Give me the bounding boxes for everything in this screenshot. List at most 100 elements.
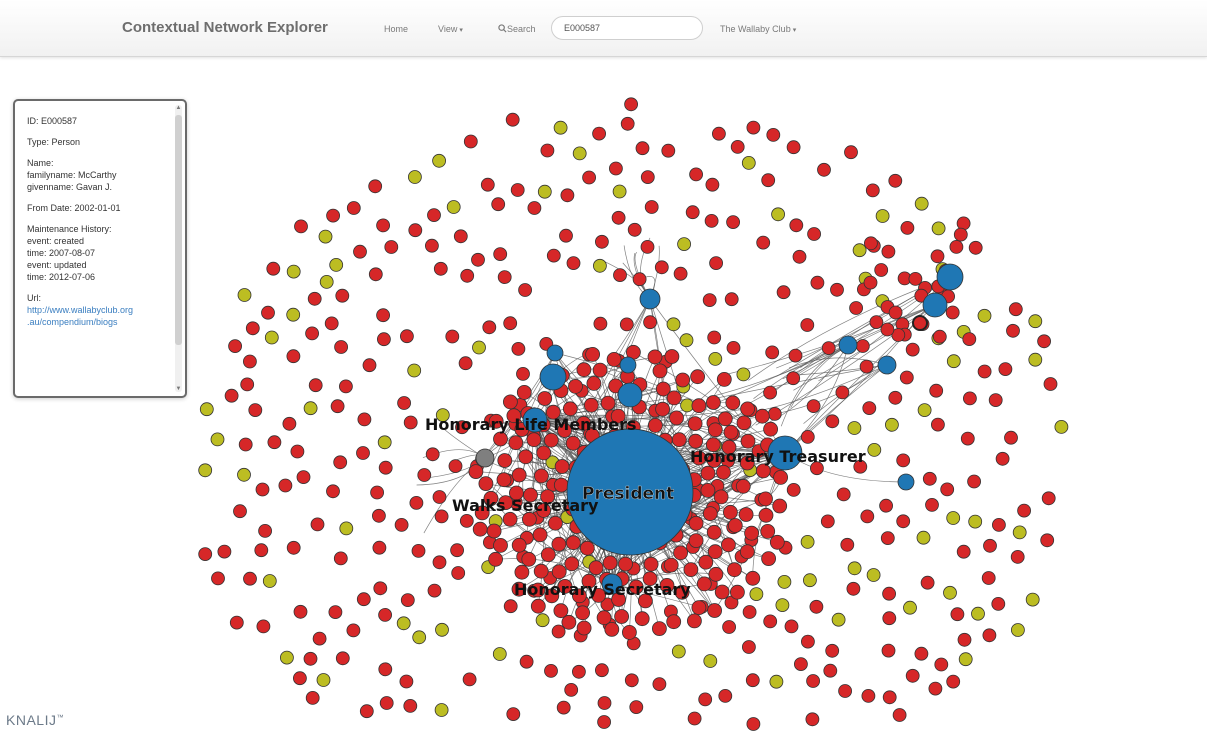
person-node[interactable] (706, 524, 722, 540)
person-node[interactable] (920, 575, 935, 590)
entity-node[interactable] (777, 575, 792, 589)
entity-node[interactable] (339, 521, 354, 536)
person-node[interactable] (643, 556, 659, 572)
entity-node[interactable] (914, 196, 929, 211)
person-node[interactable] (874, 263, 889, 277)
person-node[interactable] (928, 681, 943, 696)
person-node[interactable] (967, 474, 981, 489)
person-node[interactable] (805, 712, 820, 727)
person-node[interactable] (700, 465, 716, 481)
person-node[interactable] (488, 551, 504, 567)
person-node[interactable] (708, 566, 724, 582)
person-node[interactable] (556, 700, 571, 715)
person-node[interactable] (786, 482, 801, 497)
person-node[interactable] (691, 600, 707, 615)
entity-node[interactable] (847, 561, 862, 576)
scroll-up-icon[interactable]: ▲ (175, 105, 182, 111)
person-node[interactable] (468, 464, 484, 480)
person-node[interactable] (579, 540, 595, 556)
entity-node[interactable] (931, 221, 946, 236)
person-node[interactable] (290, 444, 305, 459)
person-node[interactable] (998, 362, 1013, 377)
person-node[interactable] (536, 445, 552, 461)
person-node[interactable] (861, 689, 876, 703)
person-node[interactable] (908, 271, 923, 286)
person-node[interactable] (530, 598, 546, 614)
info-panel-scrollbar[interactable]: ▲ ▼ (175, 105, 182, 392)
person-node[interactable] (448, 459, 463, 474)
person-node[interactable] (458, 356, 473, 371)
entity-node[interactable] (946, 354, 961, 369)
app-title[interactable]: Contextual Network Explorer (122, 19, 328, 36)
person-node[interactable] (977, 364, 992, 379)
person-node[interactable] (551, 536, 567, 552)
entity-node[interactable] (535, 613, 550, 628)
person-node[interactable] (763, 385, 777, 400)
entity-node[interactable] (946, 511, 961, 525)
entity-node[interactable] (612, 184, 627, 199)
entity-node[interactable] (771, 207, 785, 222)
person-node[interactable] (588, 560, 604, 576)
entity-node[interactable] (708, 351, 723, 366)
role-node[interactable] (619, 356, 637, 374)
person-node[interactable] (592, 126, 606, 141)
person-node[interactable] (788, 348, 803, 363)
person-node[interactable] (671, 432, 687, 448)
person-node[interactable] (934, 657, 949, 672)
person-node[interactable] (738, 507, 754, 522)
role-node[interactable] (897, 473, 915, 491)
person-node[interactable] (326, 484, 340, 499)
person-node[interactable] (583, 397, 599, 413)
person-node[interactable] (696, 576, 712, 592)
person-node[interactable] (765, 345, 780, 360)
entity-node[interactable] (852, 243, 867, 258)
person-node[interactable] (286, 540, 301, 555)
person-node[interactable] (286, 349, 301, 364)
person-node[interactable] (450, 543, 465, 558)
person-node[interactable] (1037, 334, 1051, 349)
person-node[interactable] (669, 410, 684, 426)
person-node[interactable] (700, 482, 716, 498)
person-node[interactable] (526, 432, 542, 448)
person-node[interactable] (869, 315, 884, 330)
person-node[interactable] (745, 570, 761, 586)
person-node[interactable] (981, 571, 996, 585)
person-node[interactable] (378, 662, 393, 677)
entity-node[interactable] (679, 333, 694, 348)
person-node[interactable] (687, 416, 703, 432)
entity-node[interactable] (917, 403, 932, 418)
entity-node[interactable] (262, 574, 277, 588)
role-node[interactable] (838, 335, 858, 355)
person-node[interactable] (689, 167, 703, 182)
person-node[interactable] (242, 354, 257, 369)
person-node[interactable] (945, 305, 960, 320)
person-node[interactable] (1010, 549, 1025, 564)
person-node[interactable] (899, 370, 914, 385)
person-node[interactable] (925, 497, 939, 512)
person-node[interactable] (863, 275, 878, 290)
person-node[interactable] (518, 449, 534, 465)
person-node[interactable] (932, 329, 947, 344)
person-node[interactable] (755, 463, 771, 479)
person-node[interactable] (335, 288, 350, 303)
person-node[interactable] (307, 291, 322, 306)
person-node[interactable] (493, 431, 508, 447)
person-node[interactable] (460, 268, 475, 283)
person-node[interactable] (282, 416, 297, 431)
entity-node[interactable] (264, 330, 279, 345)
person-node[interactable] (794, 657, 808, 671)
person-node[interactable] (629, 700, 644, 714)
person-node[interactable] (1017, 503, 1031, 518)
person-node[interactable] (776, 285, 791, 300)
person-node[interactable] (836, 487, 851, 502)
person-node[interactable] (736, 415, 752, 431)
person-node[interactable] (1040, 533, 1055, 548)
person-node[interactable] (334, 340, 349, 354)
person-node[interactable] (766, 128, 781, 142)
person-node[interactable] (551, 564, 567, 580)
person-node[interactable] (619, 317, 634, 332)
person-node[interactable] (614, 609, 629, 624)
person-node[interactable] (746, 717, 761, 731)
person-node[interactable] (688, 533, 704, 549)
person-node[interactable] (514, 564, 530, 580)
